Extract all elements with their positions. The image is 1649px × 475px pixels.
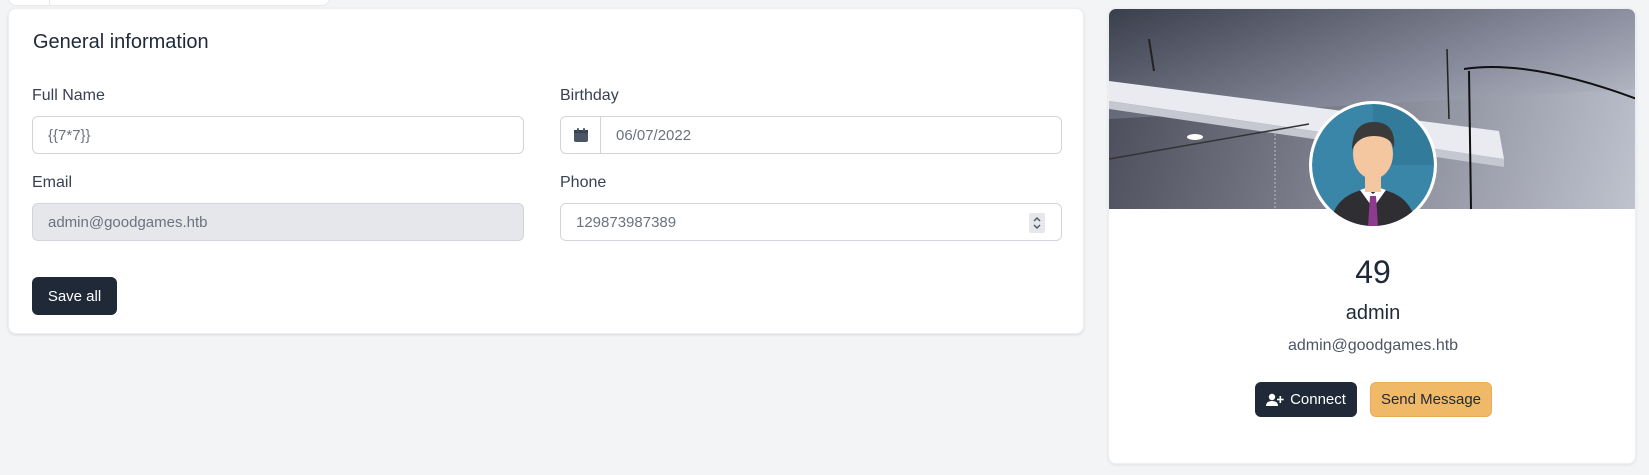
card-title: General information	[33, 31, 209, 53]
top-tab-strip	[8, 0, 330, 6]
user-plus-icon	[1266, 393, 1284, 406]
profile-number: 49	[1355, 254, 1391, 290]
phone-field[interactable]: 129873987389	[560, 203, 1062, 241]
full-name-field[interactable]: {{7*7}}	[32, 116, 524, 154]
email-label: Email	[32, 174, 73, 191]
profile-card: 49 admin admin@goodgames.htb Connect Sen…	[1108, 8, 1636, 464]
phone-value: 129873987389	[576, 213, 677, 231]
full-name-value: {{7*7}}	[48, 126, 91, 144]
user-avatar-icon	[1312, 104, 1434, 226]
birthday-label: Birthday	[560, 87, 619, 104]
email-value: admin@goodgames.htb	[48, 213, 208, 231]
number-stepper-icon[interactable]	[1029, 213, 1045, 233]
send-message-button[interactable]: Send Message	[1370, 382, 1492, 417]
general-information-card: General information Full Name {{7*7}} Bi…	[8, 8, 1084, 334]
avatar	[1309, 101, 1437, 229]
email-field: admin@goodgames.htb	[32, 203, 524, 241]
birthday-field[interactable]: 06/07/2022	[560, 116, 1062, 154]
connect-label: Connect	[1290, 391, 1346, 408]
calendar-icon[interactable]	[561, 117, 601, 153]
profile-email: admin@goodgames.htb	[1287, 337, 1459, 354]
profile-username: admin	[1345, 302, 1401, 324]
connect-button[interactable]: Connect	[1255, 382, 1357, 417]
save-all-button[interactable]: Save all	[32, 277, 117, 315]
birthday-value: 06/07/2022	[616, 126, 692, 144]
full-name-label: Full Name	[32, 87, 105, 104]
phone-label: Phone	[560, 174, 607, 191]
